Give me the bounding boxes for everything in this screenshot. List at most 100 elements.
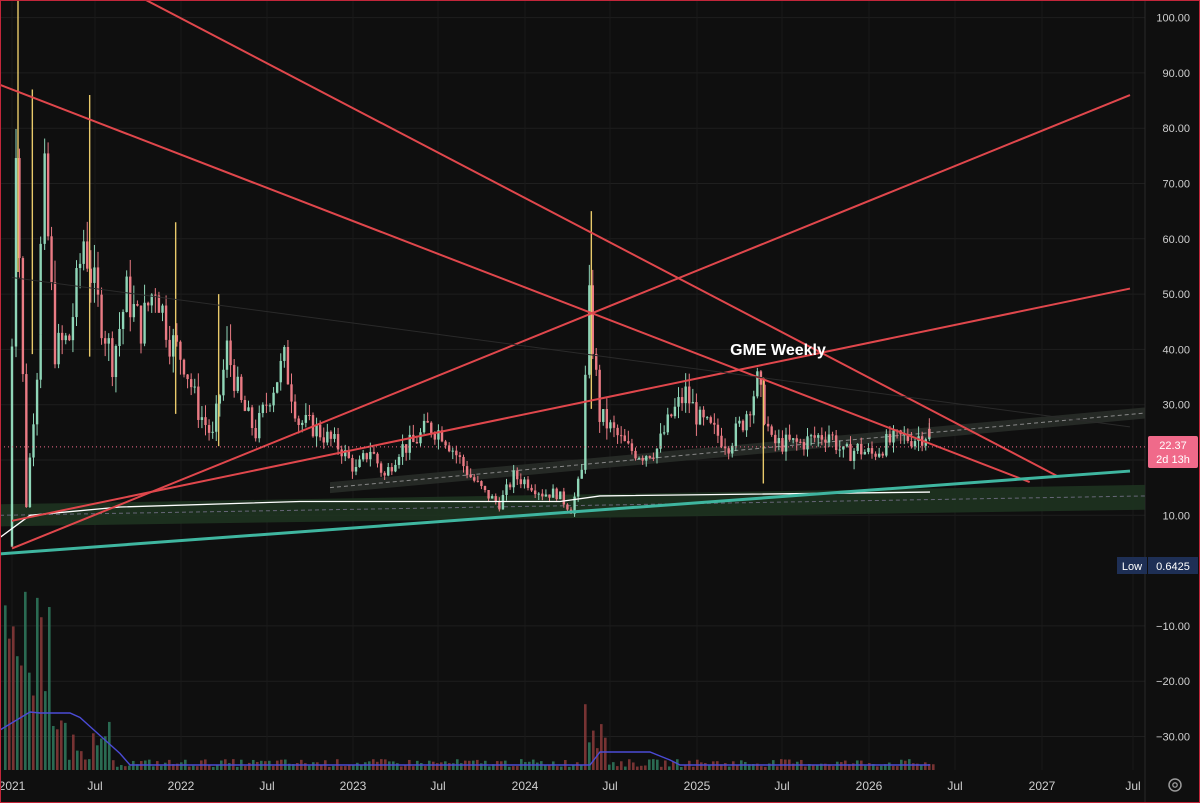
- candle-body: [774, 434, 777, 444]
- candle-body: [114, 346, 118, 378]
- candle-body: [713, 422, 716, 425]
- candle-body: [369, 451, 372, 460]
- volume-bar: [92, 733, 95, 770]
- y-tick-label: 40.00: [1162, 344, 1190, 356]
- candle-body: [286, 347, 290, 385]
- volume-bar: [376, 761, 379, 770]
- candle-body: [462, 456, 465, 467]
- candle-body: [634, 450, 637, 459]
- y-tick-label: 30.00: [1162, 400, 1190, 412]
- volume-bar: [112, 760, 115, 770]
- candle-body: [655, 448, 659, 459]
- volume-bar: [616, 766, 619, 770]
- support-zone: [0, 407, 1146, 527]
- y-tick-label: 80.00: [1162, 123, 1190, 135]
- volume-bar: [524, 762, 527, 770]
- candle-body: [595, 353, 598, 370]
- volume-bar: [544, 765, 547, 770]
- candle-body: [179, 341, 182, 360]
- candle-body: [182, 359, 186, 375]
- candle-body: [308, 414, 311, 416]
- volume-bar: [648, 759, 651, 770]
- volume-bar: [612, 762, 615, 770]
- candle-body: [526, 479, 530, 488]
- candle-body: [404, 444, 408, 453]
- candle-body: [57, 332, 60, 365]
- volume-bar: [584, 704, 587, 770]
- volume-bar: [8, 638, 11, 770]
- candle-body: [928, 428, 931, 437]
- volume-bar: [892, 765, 895, 770]
- volume-bar: [392, 761, 395, 770]
- candle-body: [279, 360, 282, 383]
- volume-bar: [56, 729, 59, 770]
- candle-body: [480, 481, 483, 487]
- candle-body: [301, 422, 304, 425]
- candle-body: [433, 434, 437, 440]
- candle-body: [265, 404, 268, 406]
- candle-body: [10, 346, 14, 546]
- low-label: Low: [1122, 561, 1142, 573]
- volume-bar: [256, 761, 259, 770]
- candle-body: [748, 414, 752, 416]
- candle-body: [35, 379, 39, 425]
- volume-bar: [684, 765, 687, 770]
- x-tick-label: Jul: [87, 779, 102, 793]
- volume-bar: [448, 763, 451, 770]
- volume-bar: [308, 765, 311, 770]
- candle-body: [100, 294, 103, 339]
- volume-bar: [272, 765, 275, 770]
- candle-body: [856, 443, 859, 451]
- candle-body: [283, 347, 286, 361]
- candles: [10, 0, 931, 547]
- volume-bar: [864, 765, 867, 770]
- candle-body: [207, 425, 211, 433]
- candle-body: [318, 424, 322, 438]
- candle-body: [358, 459, 361, 468]
- x-tick-label: Jul: [947, 779, 962, 793]
- candle-body: [297, 418, 300, 425]
- volume-bar: [560, 766, 563, 770]
- candle-body: [103, 338, 107, 344]
- gear-icon[interactable]: [1168, 778, 1182, 792]
- x-tick-label: 2022: [168, 779, 195, 793]
- candle-body: [541, 493, 544, 497]
- volume-bar: [28, 672, 31, 770]
- candle-body: [132, 304, 136, 318]
- candle-body: [376, 453, 379, 464]
- candle-body: [616, 427, 619, 436]
- candle-body: [451, 450, 454, 452]
- candle-body: [401, 444, 404, 457]
- volume-bar: [552, 761, 555, 770]
- candle-body: [609, 422, 612, 429]
- volume-bar: [340, 766, 343, 770]
- volume-bar: [76, 750, 79, 770]
- volume-bar: [932, 764, 935, 770]
- trendline: [11, 94, 1131, 550]
- volume-bar: [704, 763, 707, 770]
- volume-bar: [4, 605, 7, 770]
- price-chart[interactable]: 100.00 90.00 80.00 70.00 60.00 50.00 40.00 30.0…: [0, 0, 1200, 803]
- candle-body: [476, 480, 480, 482]
- candle-body: [627, 441, 630, 444]
- candle-body: [39, 334, 42, 380]
- candle-body: [172, 335, 175, 357]
- candle-body: [516, 470, 519, 480]
- candle-body: [447, 445, 451, 452]
- volume-bar: [600, 724, 603, 770]
- candle-body: [623, 435, 626, 442]
- volume-bar: [228, 763, 231, 770]
- volume-bar: [400, 766, 403, 770]
- candle-body: [867, 448, 870, 452]
- volume-bar: [356, 762, 359, 770]
- candle-body: [619, 435, 623, 437]
- candle-body: [168, 339, 171, 357]
- volume-bar: [124, 766, 127, 770]
- volume-bar: [412, 766, 415, 770]
- candle-body: [243, 400, 247, 411]
- volume-bar: [668, 766, 671, 770]
- volume-bar: [192, 765, 195, 770]
- candle-body: [791, 438, 795, 440]
- candle-body: [211, 431, 214, 433]
- candle-body: [197, 386, 200, 420]
